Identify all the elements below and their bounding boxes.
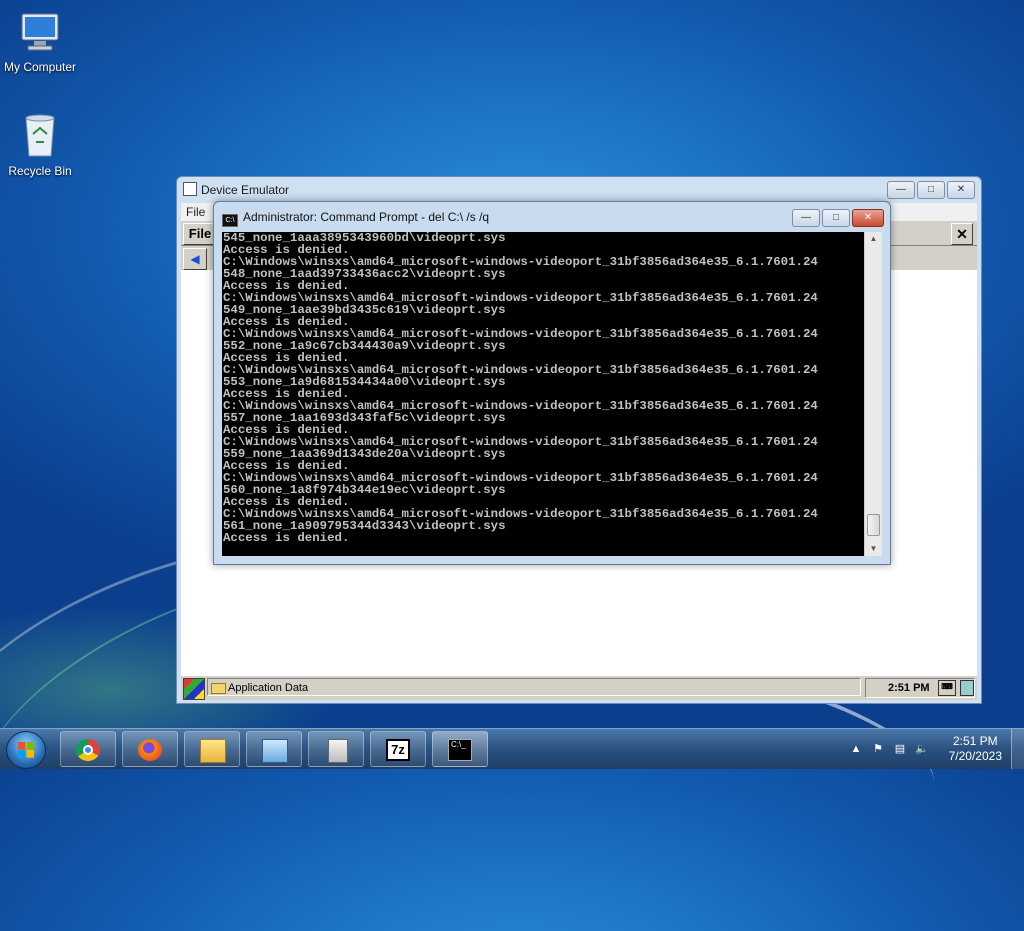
command-prompt-window[interactable]: C:\ Administrator: Command Prompt - del C… bbox=[213, 201, 891, 565]
menu-file[interactable]: File bbox=[186, 205, 205, 219]
taskbar-app-device-emulator-manager[interactable] bbox=[246, 731, 302, 767]
vertical-scrollbar[interactable]: ▲ ▼ bbox=[864, 232, 882, 556]
ce-clock: 2:51 PM bbox=[888, 682, 930, 694]
taskbar-app-7zip[interactable]: 7z bbox=[370, 731, 426, 767]
file-explorer-icon bbox=[200, 739, 226, 763]
window-title-text: Administrator: Command Prompt - del C:\ … bbox=[243, 210, 490, 224]
firefox-icon bbox=[138, 739, 162, 761]
show-desktop-button[interactable] bbox=[1011, 729, 1024, 769]
taskbar: 7z C:\_ ▲ ⚑ ▤ 🔈 2:51 PM 7/20/2023 bbox=[0, 728, 1024, 769]
device-icon bbox=[328, 739, 348, 763]
chrome-icon bbox=[76, 739, 100, 761]
close-button[interactable]: ✕ bbox=[947, 181, 975, 199]
desktop-icon-label: My Computer bbox=[3, 60, 77, 74]
folder-icon bbox=[211, 683, 226, 694]
ce-start-icon[interactable] bbox=[183, 678, 205, 700]
caption-buttons: — □ ✕ bbox=[887, 181, 975, 199]
network-icon[interactable]: ▤ bbox=[892, 741, 908, 757]
ce-taskbar-item[interactable]: Application Data bbox=[207, 678, 861, 696]
taskbar-app-command-prompt[interactable]: C:\_ bbox=[432, 731, 488, 767]
keyboard-icon[interactable]: ⌨ bbox=[938, 680, 956, 696]
scroll-up-icon[interactable]: ▲ bbox=[865, 232, 882, 246]
taskbar-app-chrome[interactable] bbox=[60, 731, 116, 767]
taskbar-app-explorer[interactable] bbox=[184, 731, 240, 767]
desktop-icon-label: Recycle Bin bbox=[8, 164, 72, 178]
maximize-button[interactable]: □ bbox=[917, 181, 945, 199]
close-button[interactable]: ✕ bbox=[852, 209, 884, 227]
ce-file-button[interactable]: File bbox=[183, 223, 217, 245]
window-title: Device Emulator bbox=[183, 182, 289, 197]
show-hidden-icons-icon[interactable]: ▲ bbox=[848, 741, 864, 757]
notification-area: ▲ ⚑ ▤ 🔈 2:51 PM 7/20/2023 bbox=[834, 729, 1024, 769]
window-switch-icon[interactable] bbox=[960, 680, 974, 696]
command-prompt-icon: C:\_ bbox=[448, 739, 472, 761]
action-center-flag-icon[interactable]: ⚑ bbox=[870, 741, 886, 757]
start-button[interactable] bbox=[6, 731, 46, 769]
clock-time: 2:51 PM bbox=[952, 734, 998, 748]
ce-close-button[interactable]: ✕ bbox=[951, 223, 973, 245]
console-output[interactable]: 545_none_1aaa3895343960bd\videoprt.sys Ac… bbox=[222, 232, 864, 556]
clock-date: 7/20/2023 bbox=[948, 749, 1002, 763]
windows-logo-icon bbox=[18, 742, 34, 758]
minimize-button[interactable]: — bbox=[887, 181, 915, 199]
computer-icon bbox=[21, 13, 59, 51]
recycle-bin-icon bbox=[25, 114, 55, 157]
caption-buttons: — □ ✕ bbox=[792, 209, 884, 227]
back-arrow-icon[interactable]: ◀ bbox=[183, 248, 207, 270]
device-emulator-icon bbox=[183, 182, 197, 196]
volume-muted-icon[interactable]: 🔈 bbox=[914, 741, 930, 757]
window-title: C:\ Administrator: Command Prompt - del C… bbox=[222, 210, 489, 227]
maximize-button[interactable]: □ bbox=[822, 209, 850, 227]
desktop-icon-recycle-bin[interactable]: Recycle Bin bbox=[0, 110, 80, 178]
scroll-down-icon[interactable]: ▼ bbox=[865, 542, 882, 556]
ce-taskbar-item-label: Application Data bbox=[228, 682, 309, 694]
device-emulator-manager-icon bbox=[262, 739, 288, 763]
desktop-icon-my-computer[interactable]: My Computer bbox=[0, 8, 80, 74]
seven-zip-icon: 7z bbox=[386, 739, 410, 761]
taskbar-app-device[interactable] bbox=[308, 731, 364, 767]
command-prompt-icon: C:\ bbox=[222, 214, 238, 227]
console-line: Access is denied. bbox=[223, 531, 350, 545]
scrollbar-thumb[interactable] bbox=[867, 514, 880, 536]
ce-tray: 2:51 PM ⌨ bbox=[865, 678, 975, 698]
system-clock[interactable]: 2:51 PM 7/20/2023 bbox=[949, 734, 1002, 764]
window-title-text: Device Emulator bbox=[201, 183, 290, 197]
ce-taskbar: Application Data 2:51 PM ⌨ bbox=[181, 675, 977, 700]
minimize-button[interactable]: — bbox=[792, 209, 820, 227]
taskbar-app-firefox[interactable] bbox=[122, 731, 178, 767]
